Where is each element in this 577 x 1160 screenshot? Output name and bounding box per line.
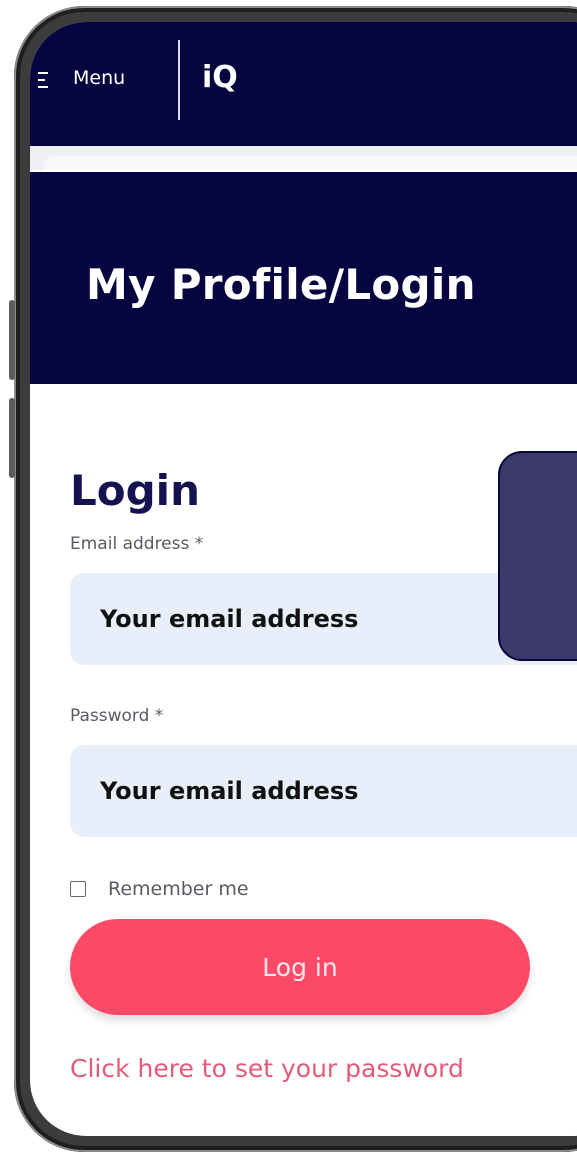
password-label: Password * [70,706,164,726]
set-password-link[interactable]: Click here to set your password [70,1054,464,1083]
remember-me-label[interactable]: Remember me [108,878,249,900]
brand-logo[interactable]: iQ [202,60,238,95]
phone-screen: Menu iQ My Profile/Login Login Email add… [30,22,577,1136]
phone-volume-down-button [9,398,15,478]
hamburger-icon[interactable] [38,72,48,88]
app-screenshot: Menu iQ My Profile/Login Login Email add… [0,0,577,1160]
page-title: My Profile/Login [86,260,476,309]
menu-label[interactable]: Menu [73,67,125,89]
login-heading: Login [70,466,200,515]
email-label: Email address * [70,534,204,554]
hero-banner: My Profile/Login [30,172,577,384]
app-bar-divider [178,40,180,120]
password-field[interactable] [70,745,577,837]
popover-card [498,451,577,661]
content-strip [30,146,577,170]
top-app-bar: Menu iQ [30,22,577,146]
login-button[interactable]: Log in [70,919,530,1015]
remember-me-row[interactable]: Remember me [70,878,249,900]
phone-volume-up-button [9,300,15,380]
remember-me-checkbox[interactable] [70,881,86,897]
